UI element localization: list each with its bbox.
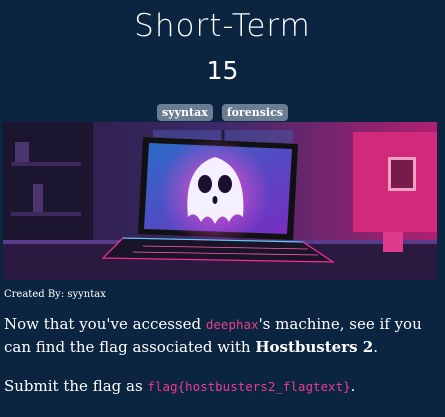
tag-category[interactable]: forensics — [221, 104, 288, 121]
submit-prefix: Submit the flag as — [4, 377, 148, 395]
description-end: . — [373, 338, 378, 356]
challenge-points: 15 — [206, 56, 239, 85]
flag-format-code: flag{hostbusters2_flagtext} — [147, 379, 351, 394]
created-by-label: Created By: syyntax — [4, 289, 106, 300]
submit-instructions: Submit the flag as flag{hostbusters2_fla… — [4, 377, 355, 395]
tag-list: syyntax forensics — [0, 101, 445, 121]
tag-author[interactable]: syyntax — [157, 104, 213, 121]
challenge-description: Now that you've accessed deephax's machi… — [4, 313, 442, 359]
challenge-banner-image — [3, 122, 437, 280]
username-code: deephax — [205, 317, 259, 332]
challenge-title: Short-Term — [134, 8, 311, 44]
target-name: Hostbusters 2 — [255, 338, 374, 356]
description-text: Now that you've accessed — [4, 315, 206, 333]
submit-suffix: . — [350, 377, 356, 395]
